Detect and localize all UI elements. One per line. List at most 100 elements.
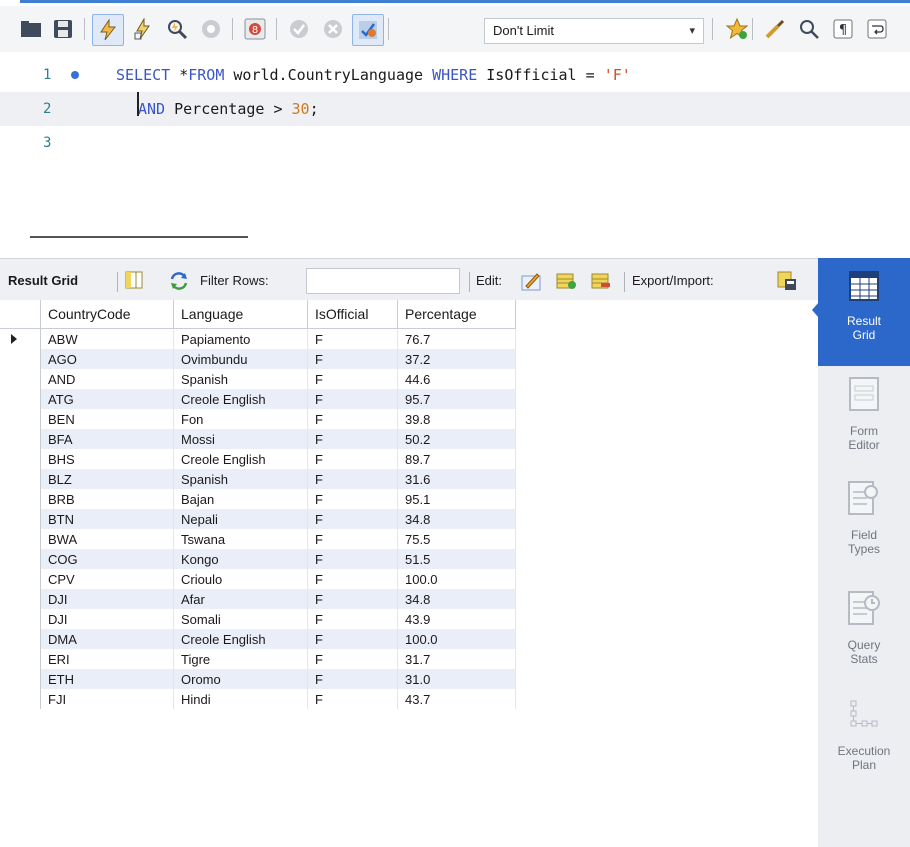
cell-percentage[interactable]: 100.0: [397, 569, 516, 589]
sidebar-item-field-types[interactable]: Field Types: [818, 474, 910, 580]
cell-isofficial[interactable]: F: [307, 529, 398, 549]
cell-percentage[interactable]: 75.5: [397, 529, 516, 549]
sidebar-item-form-editor[interactable]: Form Editor: [818, 370, 910, 474]
invisible-characters-icon[interactable]: ¶: [828, 14, 858, 44]
cell-isofficial[interactable]: F: [307, 589, 398, 609]
cell-language[interactable]: Spanish: [173, 369, 308, 389]
cell-isofficial[interactable]: F: [307, 389, 398, 409]
cell-language[interactable]: Hindi: [173, 689, 308, 709]
table-row[interactable]: AND Spanish F 44.6: [0, 369, 516, 389]
table-row[interactable]: CPV Crioulo F 100.0: [0, 569, 516, 589]
panel-splitter-handle[interactable]: [30, 236, 248, 238]
row-header[interactable]: [0, 509, 41, 529]
cell-countrycode[interactable]: BHS: [40, 449, 174, 469]
cell-isofficial[interactable]: F: [307, 649, 398, 669]
cell-percentage[interactable]: 100.0: [397, 629, 516, 649]
row-header[interactable]: [0, 349, 41, 369]
table-row[interactable]: DJI Afar F 34.8: [0, 589, 516, 609]
cell-percentage[interactable]: 76.7: [397, 328, 516, 349]
table-row[interactable]: BTN Nepali F 34.8: [0, 509, 516, 529]
cell-percentage[interactable]: 95.1: [397, 489, 516, 509]
cell-countrycode[interactable]: BEN: [40, 409, 174, 429]
table-row[interactable]: DJI Somali F 43.9: [0, 609, 516, 629]
row-header[interactable]: [0, 409, 41, 429]
cell-language[interactable]: Nepali: [173, 509, 308, 529]
cell-countrycode[interactable]: ERI: [40, 649, 174, 669]
cell-percentage[interactable]: 31.0: [397, 669, 516, 689]
cell-isofficial[interactable]: F: [307, 669, 398, 689]
row-header[interactable]: [0, 529, 41, 549]
table-row[interactable]: BWA Tswana F 75.5: [0, 529, 516, 549]
row-header[interactable]: [0, 328, 41, 349]
table-row[interactable]: ETH Oromo F 31.0: [0, 669, 516, 689]
cell-countrycode[interactable]: ATG: [40, 389, 174, 409]
delete-row-icon[interactable]: [590, 270, 612, 292]
cell-isofficial[interactable]: F: [307, 429, 398, 449]
sql-editor[interactable]: 1 SELECT *FROM world.CountryLanguage WHE…: [0, 54, 910, 224]
find-icon[interactable]: [794, 14, 824, 44]
table-row[interactable]: ERI Tigre F 31.7: [0, 649, 516, 669]
sidebar-item-query-stats[interactable]: Query Stats: [818, 580, 910, 688]
cell-percentage[interactable]: 34.8: [397, 509, 516, 529]
cell-countrycode[interactable]: DJI: [40, 589, 174, 609]
cell-language[interactable]: Creole English: [173, 449, 308, 469]
cell-percentage[interactable]: 89.7: [397, 449, 516, 469]
table-row[interactable]: COG Kongo F 51.5: [0, 549, 516, 569]
sql-code-line-2[interactable]: AND Percentage > 30;: [138, 92, 319, 126]
limit-rows-select[interactable]: Don't Limit ▾: [484, 18, 704, 44]
cell-language[interactable]: Afar: [173, 589, 308, 609]
stop-icon[interactable]: [196, 14, 226, 44]
editor-line[interactable]: 1 SELECT *FROM world.CountryLanguage WHE…: [0, 58, 910, 92]
cell-percentage[interactable]: 50.2: [397, 429, 516, 449]
rollback-icon[interactable]: [318, 14, 348, 44]
cell-isofficial[interactable]: F: [307, 509, 398, 529]
cell-language[interactable]: Kongo: [173, 549, 308, 569]
cell-isofficial[interactable]: F: [307, 449, 398, 469]
table-row[interactable]: BEN Fon F 39.8: [0, 409, 516, 429]
execute-icon[interactable]: [92, 14, 124, 46]
cell-percentage[interactable]: 34.8: [397, 589, 516, 609]
cell-language[interactable]: Fon: [173, 409, 308, 429]
export-import-icon[interactable]: [776, 270, 798, 292]
row-header[interactable]: [0, 569, 41, 589]
row-header[interactable]: [0, 589, 41, 609]
column-header-percentage[interactable]: Percentage: [397, 300, 516, 329]
table-row[interactable]: AGO Ovimbundu F 37.2: [0, 349, 516, 369]
cell-countrycode[interactable]: CPV: [40, 569, 174, 589]
cell-percentage[interactable]: 43.7: [397, 689, 516, 709]
row-header[interactable]: [0, 669, 41, 689]
row-header[interactable]: [0, 629, 41, 649]
chevron-down-icon[interactable]: ▾: [689, 19, 695, 43]
row-header[interactable]: [0, 369, 41, 389]
table-row[interactable]: ABW Papiamento F 76.7: [0, 328, 516, 349]
edit-row-icon[interactable]: [520, 270, 542, 292]
row-header[interactable]: [0, 469, 41, 489]
cell-isofficial[interactable]: F: [307, 489, 398, 509]
explain-icon[interactable]: [162, 14, 192, 44]
refresh-icon[interactable]: [168, 270, 190, 292]
cell-language[interactable]: Tigre: [173, 649, 308, 669]
cell-percentage[interactable]: 44.6: [397, 369, 516, 389]
grid-layout-icon[interactable]: [124, 270, 146, 292]
cell-countrycode[interactable]: FJI: [40, 689, 174, 709]
execute-current-statement-icon[interactable]: [128, 14, 158, 44]
cell-language[interactable]: Tswana: [173, 529, 308, 549]
cell-countrycode[interactable]: BLZ: [40, 469, 174, 489]
cell-language[interactable]: Papiamento: [173, 328, 308, 349]
row-header[interactable]: [0, 689, 41, 709]
table-row[interactable]: FJI Hindi F 43.7: [0, 689, 516, 709]
cell-percentage[interactable]: 39.8: [397, 409, 516, 429]
cell-language[interactable]: Creole English: [173, 629, 308, 649]
cell-percentage[interactable]: 37.2: [397, 349, 516, 369]
word-wrap-icon[interactable]: [862, 14, 892, 44]
commit-icon[interactable]: [284, 14, 314, 44]
cell-isofficial[interactable]: F: [307, 369, 398, 389]
cell-isofficial[interactable]: F: [307, 409, 398, 429]
row-header[interactable]: [0, 389, 41, 409]
sidebar-item-result-grid[interactable]: Result Grid: [818, 258, 910, 366]
row-header[interactable]: [0, 429, 41, 449]
cell-countrycode[interactable]: BFA: [40, 429, 174, 449]
result-grid[interactable]: CountryCode Language IsOfficial Percenta…: [0, 300, 818, 847]
cell-isofficial[interactable]: F: [307, 549, 398, 569]
cell-language[interactable]: Creole English: [173, 389, 308, 409]
